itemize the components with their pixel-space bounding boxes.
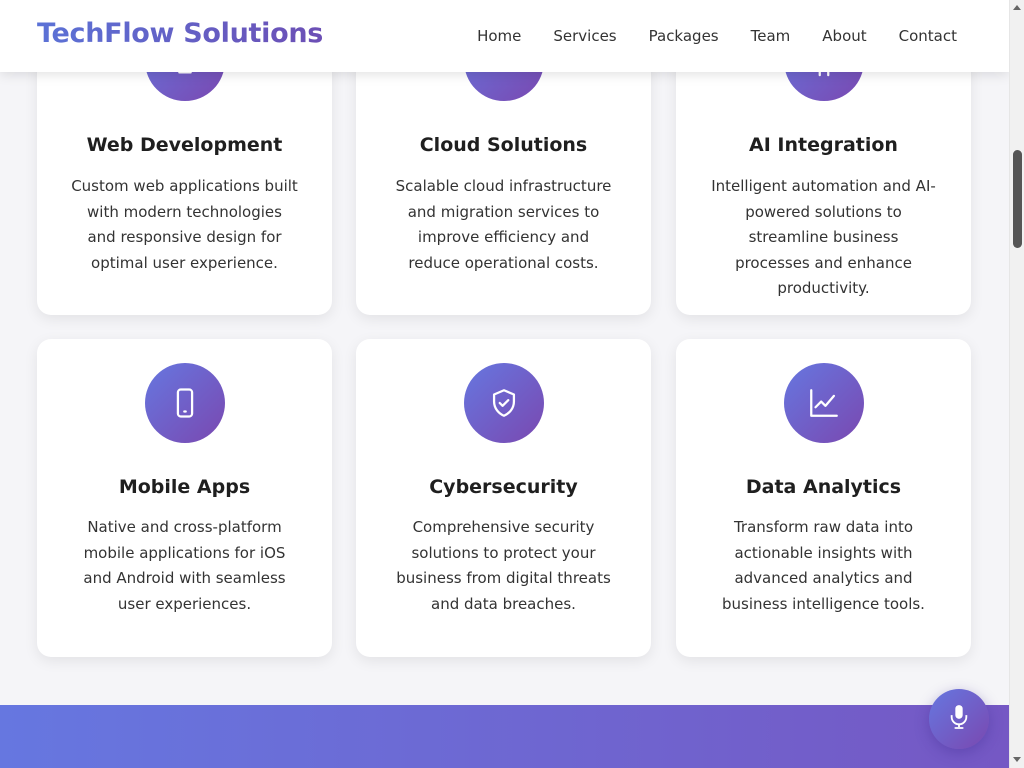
service-title: Cloud Solutions [419,134,588,156]
nav-home[interactable]: Home [477,27,521,45]
nav-packages[interactable]: Packages [649,27,719,45]
next-section-band [0,705,1009,768]
scroll-down-arrow-icon[interactable] [1013,757,1021,762]
nav-contact[interactable]: Contact [899,27,957,45]
service-title: Mobile Apps [118,476,251,498]
main-nav: Home Services Packages Team About Contac… [477,27,957,45]
service-description: Scalable cloud infrastructure and migrat… [395,177,612,272]
service-description: Transform raw data into actionable insig… [722,518,925,613]
service-card-data-analytics: Data Analytics Transform raw data into a… [676,339,971,657]
page-scrollbar[interactable] [1009,0,1024,768]
scroll-up-arrow-icon[interactable] [1013,5,1021,10]
scrollbar-thumb[interactable] [1013,150,1022,248]
shield-check-icon [464,363,544,443]
nav-about[interactable]: About [822,27,866,45]
nav-team[interactable]: Team [751,27,791,45]
page-viewport: Web Development Custom web applications … [0,0,1009,768]
site-logo[interactable]: TechFlow Solutions [37,18,323,49]
smartphone-icon [145,363,225,443]
microphone-icon [948,704,970,734]
voice-assistant-button[interactable] [929,689,989,749]
service-title: Web Development [86,134,283,156]
service-description: Native and cross-platform mobile applica… [83,518,286,613]
service-title: AI Integration [749,134,898,156]
service-description: Custom web applications built with moder… [71,177,298,272]
service-card-cybersecurity: Cybersecurity Comprehensive security sol… [356,339,651,657]
service-description: Comprehensive security solutions to prot… [396,518,611,613]
nav-services[interactable]: Services [553,27,616,45]
service-title: Data Analytics [745,476,902,498]
site-header: TechFlow Solutions Home Services Package… [0,0,1009,72]
service-description: Intelligent automation and AI-powered so… [711,177,936,297]
service-title: Cybersecurity [429,476,578,498]
service-card-mobile-apps: Mobile Apps Native and cross-platform mo… [37,339,332,657]
line-chart-icon [784,363,864,443]
